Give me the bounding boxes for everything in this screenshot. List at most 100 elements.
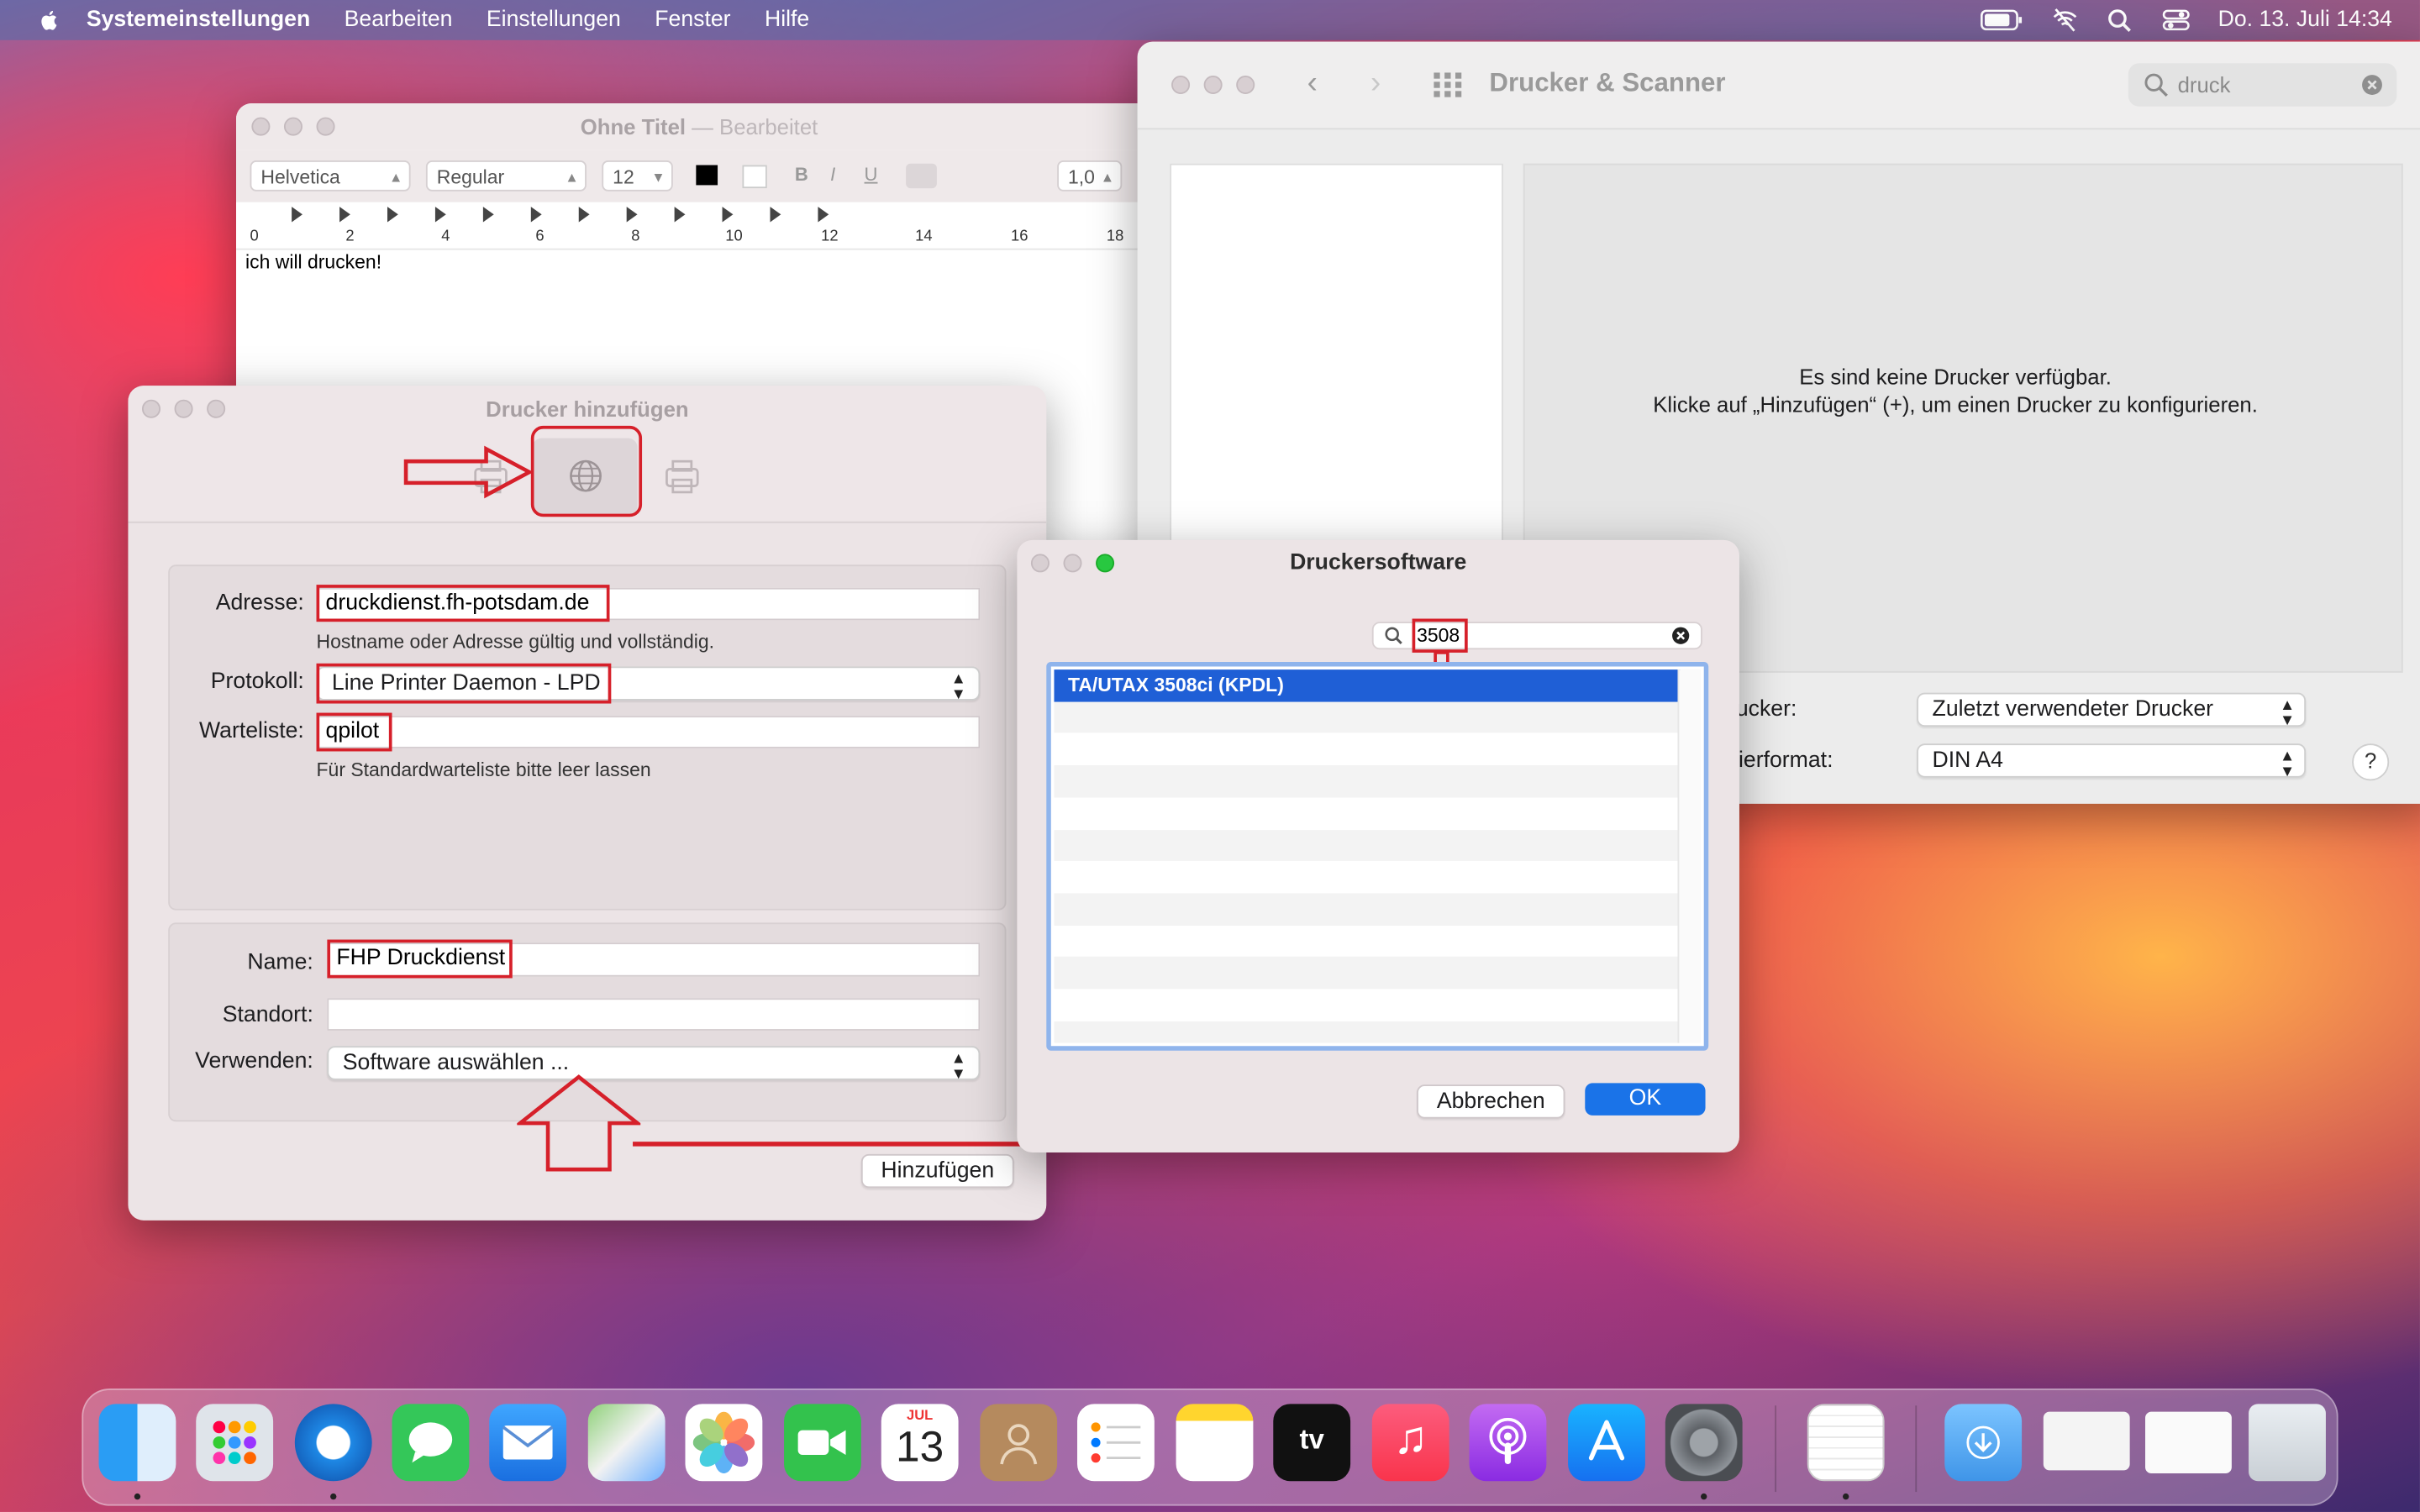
list-item bbox=[1054, 1021, 1681, 1043]
photos-icon[interactable] bbox=[685, 1404, 763, 1482]
trash-icon[interactable] bbox=[2249, 1404, 2326, 1482]
downloads-folder-icon[interactable] bbox=[1944, 1404, 2023, 1482]
calendar-icon[interactable]: JUL 13 bbox=[881, 1404, 959, 1482]
tab-stop[interactable] bbox=[530, 207, 542, 223]
running-indicator bbox=[330, 1493, 337, 1500]
align-right-button[interactable] bbox=[977, 164, 1005, 188]
mail-icon[interactable] bbox=[489, 1404, 567, 1482]
system-preferences-icon[interactable] bbox=[1665, 1404, 1743, 1482]
clear-search-icon[interactable] bbox=[2361, 74, 2383, 96]
messages-icon[interactable] bbox=[392, 1404, 470, 1482]
driver-select[interactable]: Software auswählen ... ▲ ▼ bbox=[327, 1046, 981, 1082]
text-color-swatch[interactable] bbox=[696, 165, 718, 186]
minimize-button[interactable] bbox=[1203, 75, 1223, 95]
podcasts-icon[interactable] bbox=[1469, 1404, 1547, 1482]
justify-button[interactable] bbox=[1011, 164, 1039, 188]
font-family-select[interactable]: Helvetica▲▼ bbox=[250, 160, 411, 216]
close-button[interactable] bbox=[1171, 75, 1191, 95]
reminders-icon[interactable] bbox=[1077, 1404, 1155, 1482]
minimize-button[interactable] bbox=[1063, 554, 1082, 573]
list-item bbox=[1054, 765, 1681, 798]
tab-stop[interactable] bbox=[339, 207, 350, 223]
textedit-titlebar[interactable]: Ohne Titel — Bearbeitet bbox=[236, 103, 1163, 150]
tab-stop[interactable] bbox=[292, 207, 302, 223]
show-all-grid-icon[interactable] bbox=[1434, 72, 1462, 97]
back-icon[interactable]: ‹ bbox=[1307, 66, 1318, 102]
align-left-button[interactable] bbox=[906, 163, 937, 189]
tab-stop[interactable] bbox=[818, 207, 829, 223]
app-store-icon[interactable] bbox=[1568, 1404, 1645, 1482]
close-button[interactable] bbox=[1030, 554, 1050, 573]
music-icon[interactable]: ♫ bbox=[1371, 1404, 1449, 1482]
battery-icon[interactable] bbox=[1981, 8, 2023, 32]
location-label: Standort: bbox=[222, 1002, 313, 1028]
driver-list-item-selected[interactable]: TA/UTAX 3508ci (KPDL) bbox=[1054, 669, 1681, 702]
prefs-search-field[interactable]: druck bbox=[2128, 63, 2397, 107]
minimized-window-icon[interactable] bbox=[2145, 1411, 2232, 1474]
printer-software-title: Druckersoftware bbox=[1290, 550, 1467, 576]
tab-stop[interactable] bbox=[387, 207, 398, 223]
menu-window[interactable]: Fenster bbox=[655, 8, 730, 32]
help-button[interactable]: ? bbox=[2352, 743, 2390, 781]
line-spacing-select[interactable]: 1,0▲▼ bbox=[1057, 160, 1123, 216]
maps-icon[interactable] bbox=[587, 1404, 666, 1482]
italic-button[interactable]: I bbox=[830, 164, 835, 186]
menu-app-name[interactable]: Systemeinstellungen bbox=[87, 8, 310, 32]
font-size-select[interactable]: 12 ▼ bbox=[602, 160, 673, 192]
minimized-window-icon[interactable] bbox=[2043, 1411, 2130, 1471]
menu-help[interactable]: Hilfe bbox=[765, 8, 809, 32]
wifi-off-icon[interactable] bbox=[2051, 8, 2079, 32]
list-scrollbar[interactable] bbox=[1677, 669, 1702, 1043]
apple-tv-icon[interactable]: tv bbox=[1273, 1404, 1351, 1482]
notes-icon[interactable] bbox=[1176, 1404, 1254, 1482]
facetime-icon[interactable] bbox=[784, 1404, 861, 1482]
ruler[interactable]: 0 2 4 6 8 10 12 14 16 18 bbox=[236, 202, 1163, 250]
app-store-a-icon bbox=[1588, 1420, 1625, 1461]
zoom-button[interactable] bbox=[1236, 75, 1255, 95]
font-style-select[interactable]: Regular▲▼ bbox=[425, 160, 587, 216]
location-field[interactable] bbox=[327, 998, 981, 1031]
spotlight-icon[interactable] bbox=[2107, 8, 2134, 33]
control-center-icon[interactable] bbox=[2162, 8, 2190, 32]
background-color-swatch[interactable] bbox=[742, 165, 767, 189]
tab-stop[interactable] bbox=[482, 207, 494, 223]
add-button[interactable]: Hinzufügen bbox=[860, 1153, 1014, 1189]
driver-list[interactable]: TA/UTAX 3508ci (KPDL) bbox=[1046, 661, 1709, 1051]
tab-stop[interactable] bbox=[722, 207, 734, 223]
document-text[interactable]: ich will drucken! bbox=[245, 251, 381, 273]
default-printer-select[interactable]: Zuletzt verwendeter Drucker ▲ ▼ bbox=[1917, 692, 2307, 729]
queue-field[interactable]: qpilot bbox=[316, 716, 981, 748]
bold-button[interactable]: B bbox=[795, 164, 808, 186]
launchpad-grid-icon bbox=[213, 1420, 256, 1465]
menu-settings[interactable]: Einstellungen bbox=[487, 8, 621, 32]
tab-stop[interactable] bbox=[770, 207, 781, 223]
minimize-button[interactable] bbox=[174, 399, 193, 418]
textedit-icon[interactable] bbox=[1807, 1404, 1885, 1482]
launchpad-icon[interactable] bbox=[196, 1404, 274, 1482]
close-button[interactable] bbox=[141, 399, 161, 418]
apple-menu-icon[interactable] bbox=[37, 8, 61, 32]
underline-button[interactable]: U bbox=[865, 164, 878, 186]
contacts-icon[interactable] bbox=[980, 1404, 1058, 1482]
menu-clock[interactable]: Do. 13. Juli 14:34 bbox=[2218, 8, 2392, 32]
menu-edit[interactable]: Bearbeiten bbox=[345, 8, 453, 32]
windows-printer-tab[interactable] bbox=[653, 438, 714, 516]
ok-button[interactable]: OK bbox=[1585, 1083, 1706, 1116]
tab-stop[interactable] bbox=[674, 207, 686, 223]
tab-stop[interactable] bbox=[578, 207, 590, 223]
zoom-button[interactable] bbox=[1096, 554, 1115, 573]
clear-search-icon[interactable] bbox=[1671, 627, 1690, 645]
finder-icon[interactable] bbox=[98, 1404, 176, 1482]
forward-icon[interactable]: › bbox=[1370, 66, 1381, 102]
close-button[interactable] bbox=[251, 117, 271, 136]
minimize-button[interactable] bbox=[283, 117, 302, 136]
safari-icon[interactable] bbox=[294, 1404, 372, 1482]
zoom-button[interactable] bbox=[207, 399, 226, 418]
video-camera-icon bbox=[797, 1430, 846, 1456]
paper-size-select[interactable]: DIN A4 ▲ ▼ bbox=[1917, 743, 2307, 780]
tab-stop[interactable] bbox=[626, 207, 638, 223]
align-center-button[interactable] bbox=[943, 164, 971, 188]
cancel-button[interactable]: Abbrechen bbox=[1417, 1084, 1565, 1119]
tab-stop[interactable] bbox=[434, 207, 446, 223]
zoom-button[interactable] bbox=[316, 117, 335, 136]
